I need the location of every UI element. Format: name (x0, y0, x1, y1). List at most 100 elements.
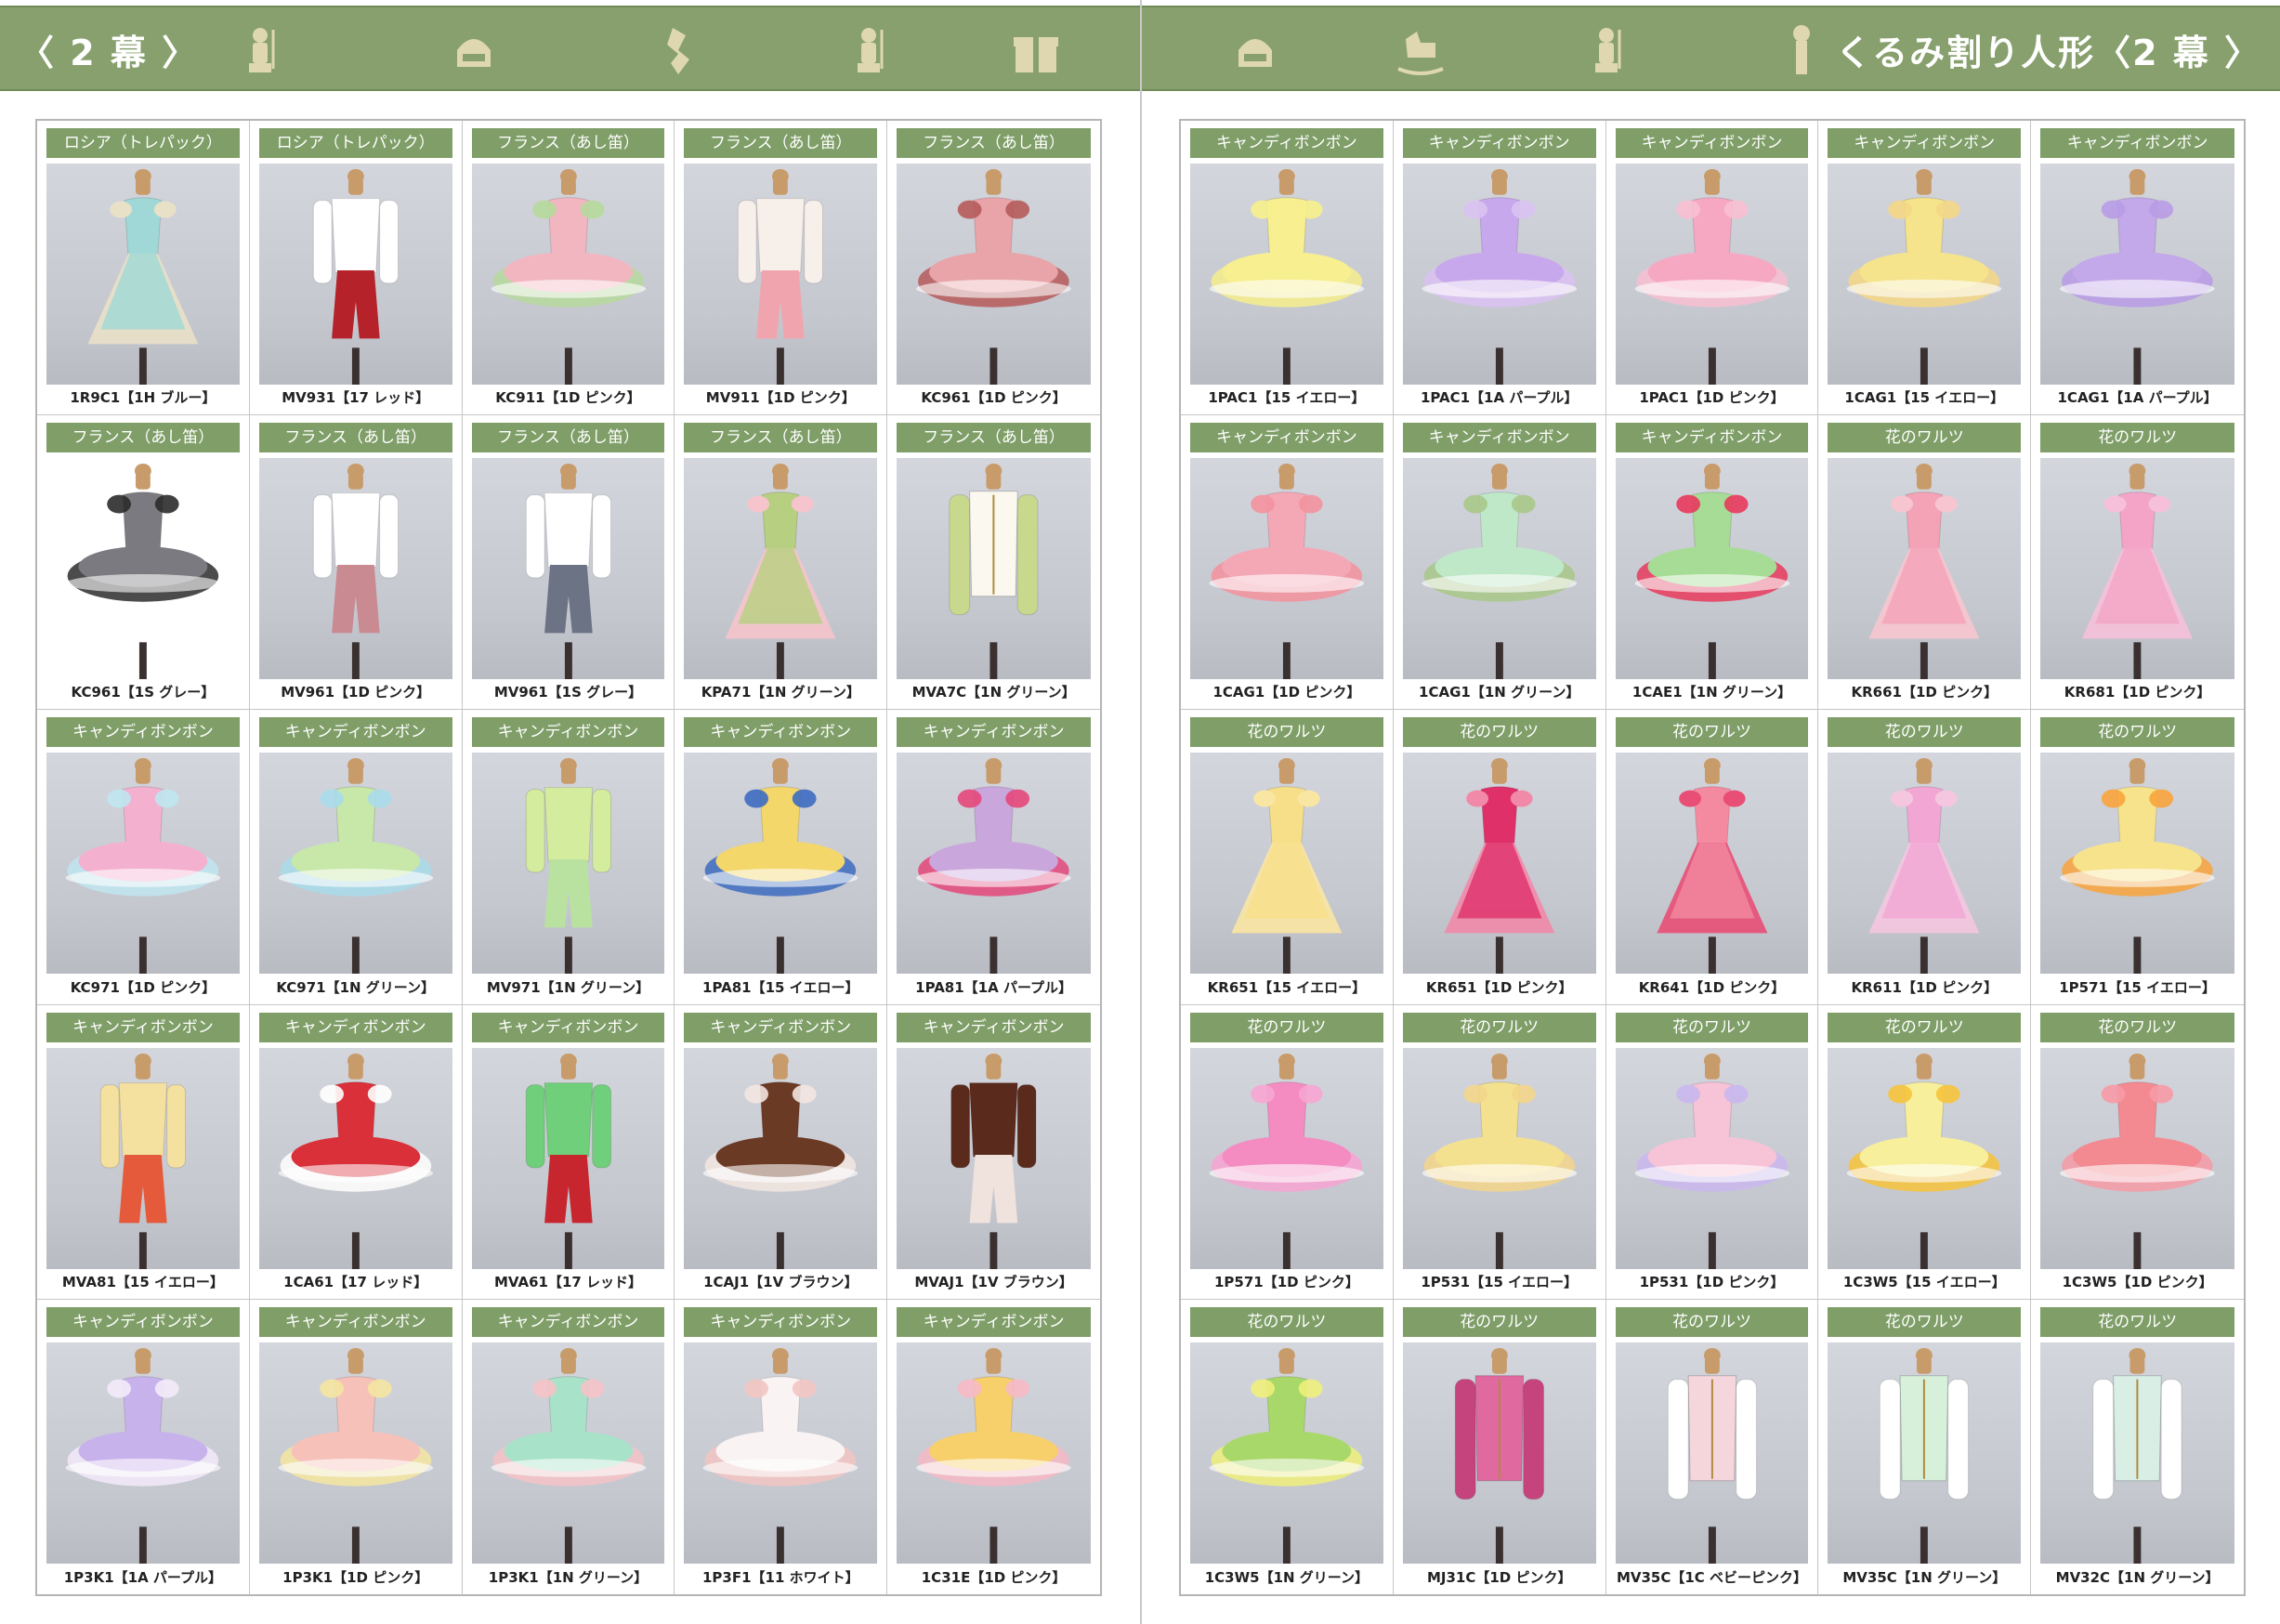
costume-card[interactable]: 花のワルツ MJ31C【1D ピンク】 (1394, 1299, 1606, 1594)
costume-card[interactable]: 花のワルツ KR651【1D ピンク】 (1393, 710, 1606, 1005)
costume-card[interactable]: 花のワルツ KR661【1D ピンク】 (1818, 415, 2032, 711)
costume-card[interactable]: フランス（あし笛） KC911【1D ピンク】 (462, 121, 675, 416)
costume-photo (684, 164, 878, 385)
costume-card[interactable]: 花のワルツ 1P531【15 イエロー】 (1393, 1004, 1606, 1300)
costume-card[interactable]: キャンディボンボン MV971【1N グリーン】 (462, 710, 675, 1005)
product-code: 1CAG1【1A パープル】 (2057, 389, 2218, 407)
costume-photo (258, 1047, 452, 1269)
product-code: KC971【1D ピンク】 (70, 978, 216, 996)
costume-photo (897, 1047, 1091, 1269)
costume-card[interactable]: 花のワルツ 1C3W5【15 イエロー】 (1818, 1004, 2032, 1300)
product-code: 1CAJ1【1V ブラウン】 (703, 1273, 858, 1290)
costume-grid: ロシア（トレパック） 1R9C1【1H ブルー】 ロシア（トレパック） MV931… (35, 119, 1102, 1596)
costume-card[interactable]: ロシア（トレパック） 1R9C1【1H ブルー】 (37, 121, 250, 416)
costume-card[interactable]: キャンディボンボン 1C31E【1D ピンク】 (887, 1300, 1100, 1594)
costume-card[interactable]: キャンディボンボン KC971【1D ピンク】 (37, 710, 250, 1005)
product-code: 1CAG1【15 イエロー】 (1844, 389, 2005, 407)
product-code: KR641【1D ピンク】 (1638, 978, 1786, 996)
costume-card[interactable]: 花のワルツ 1P571【1D ピンク】 (1181, 1004, 1394, 1300)
costume-photo (1828, 1047, 2022, 1269)
costume-card[interactable]: フランス（あし笛） MV961【1S グレー】 (462, 415, 675, 711)
product-code: KR681【1D ピンク】 (2064, 684, 2211, 701)
costume-card[interactable]: キャンディボンボン 1CAJ1【1V ブラウン】 (675, 1004, 888, 1300)
costume-card[interactable]: キャンディボンボン MVAJ1【1V ブラウン】 (887, 1005, 1100, 1300)
product-code: MV35C【1C ベビーピンク】 (1616, 1569, 1808, 1586)
costume-card[interactable]: キャンディボンボン 1CAG1【1A パープル】 (2031, 121, 2244, 416)
product-code: 1CAE1【1N グリーン】 (1631, 684, 1792, 701)
costume-card[interactable]: キャンディボンボン 1CA61【17 レッド】 (249, 1004, 463, 1300)
costume-card[interactable]: 花のワルツ KR641【1D ピンク】 (1605, 710, 1819, 1005)
costume-card[interactable]: キャンディボンボン 1PA81【15 イエロー】 (675, 710, 888, 1005)
product-code: 1P571【15 イエロー】 (2059, 978, 2216, 996)
costume-card[interactable]: キャンディボンボン 1P3K1【1D ピンク】 (250, 1299, 463, 1594)
product-code: KC961【1S グレー】 (71, 684, 216, 701)
costume-card[interactable]: キャンディボンボン 1CAG1【1D ピンク】 (1181, 415, 1394, 711)
right-page: くるみ割り人形〈2 幕 〉 キャンディボンボン 1PAC1【15 イエロー】 キャ… (1140, 0, 2280, 1624)
category-label: 花のワルツ (1190, 717, 1383, 748)
gift-box-icon (1008, 22, 1064, 78)
costume-card[interactable]: 花のワルツ MV35C【1N グリーン】 (1818, 1299, 2032, 1594)
costume-photo (1615, 164, 1809, 385)
costume-photo (46, 1342, 240, 1564)
costume-photo (1402, 1342, 1596, 1564)
costume-card[interactable]: 花のワルツ KR681【1D ピンク】 (2031, 415, 2244, 711)
costume-card[interactable]: キャンディボンボン 1PAC1【1D ピンク】 (1605, 121, 1819, 416)
costume-card[interactable]: 花のワルツ KR651【15 イエロー】 (1181, 710, 1394, 1005)
costume-card[interactable]: キャンディボンボン 1CAG1【1N グリーン】 (1393, 415, 1606, 711)
costume-card[interactable]: フランス（あし笛） KPA71【1N グリーン】 (675, 415, 888, 711)
costume-card[interactable]: フランス（あし笛） MVA7C【1N グリーン】 (887, 415, 1100, 711)
costume-photo (1828, 1342, 2022, 1564)
product-code: KC961【1D ピンク】 (921, 389, 1067, 407)
costume-card[interactable]: キャンディボンボン 1PAC1【1A パープル】 (1393, 121, 1606, 416)
nutcracker-head-icon (446, 22, 502, 78)
costume-photo (2040, 753, 2234, 975)
costume-photo (1615, 753, 1809, 975)
product-code: MV931【17 レッド】 (282, 389, 430, 407)
costume-card[interactable]: キャンディボンボン 1P3K1【1A パープル】 (37, 1299, 250, 1594)
product-code: KC971【1N グリーン】 (276, 978, 436, 996)
costume-card[interactable]: キャンディボンボン 1PA81【1A パープル】 (887, 710, 1100, 1005)
costume-photo (684, 1047, 878, 1269)
costume-card[interactable]: ロシア（トレパック） MV931【17 レッド】 (249, 121, 463, 416)
product-code: MV961【1S グレー】 (493, 684, 643, 701)
category-label: キャンディボンボン (258, 1012, 452, 1042)
costume-card[interactable]: キャンディボンボン 1CAE1【1N グリーン】 (1605, 415, 1819, 711)
costume-card[interactable]: 花のワルツ 1C3W5【1N グリーン】 (1181, 1299, 1394, 1594)
costume-photo (2040, 458, 2234, 680)
costume-card[interactable]: フランス（あし笛） KC961【1D ピンク】 (887, 121, 1100, 416)
costume-card[interactable]: フランス（あし笛） MV961【1D ピンク】 (249, 415, 463, 711)
costume-card[interactable]: キャンディボンボン 1CAG1【15 イエロー】 (1818, 121, 2032, 416)
category-label: ロシア（トレパック） (46, 128, 240, 158)
category-label: キャンディボンボン (1615, 423, 1809, 453)
costume-photo (1828, 753, 2022, 975)
category-label: フランス（あし笛） (258, 423, 452, 453)
costume-card[interactable]: キャンディボンボン MVA61【17 レッド】 (462, 1004, 675, 1300)
category-label: キャンディボンボン (684, 717, 878, 748)
costume-photo (471, 1047, 665, 1269)
product-code: 1P531【15 イエロー】 (1421, 1273, 1579, 1290)
left-page: 〈 2 幕 〉 ロシア（トレパック） 1R9C1【1H ブルー】 ロシア（トレパッ… (0, 0, 1140, 1624)
costume-card[interactable]: フランス（あし笛） MV911【1D ピンク】 (675, 121, 888, 416)
costume-photo (46, 753, 240, 975)
costume-card[interactable]: キャンディボンボン 1P3K1【1N グリーン】 (463, 1299, 675, 1594)
category-label: 花のワルツ (1402, 717, 1596, 748)
category-label: キャンディボンボン (1402, 423, 1596, 453)
costume-card[interactable]: キャンディボンボン 1PAC1【15 イエロー】 (1181, 121, 1394, 416)
product-code: KC911【1D ピンク】 (495, 389, 641, 407)
product-code: 1P531【1D ピンク】 (1639, 1273, 1785, 1290)
costume-card[interactable]: キャンディボンボン MVA81【15 イエロー】 (37, 1004, 250, 1300)
costume-card[interactable]: 花のワルツ 1C3W5【1D ピンク】 (2031, 1005, 2244, 1300)
costume-card[interactable]: キャンディボンボン KC971【1N グリーン】 (249, 710, 463, 1005)
product-code: KR651【15 イエロー】 (1207, 978, 1367, 996)
product-code: MV971【1N グリーン】 (486, 978, 650, 996)
costume-card[interactable]: 花のワルツ MV35C【1C ベビーピンク】 (1606, 1299, 1819, 1594)
costume-card[interactable]: 花のワルツ 1P531【1D ピンク】 (1605, 1004, 1819, 1300)
costume-card[interactable]: 花のワルツ KR611【1D ピンク】 (1818, 710, 2032, 1005)
costume-card[interactable]: 花のワルツ 1P571【15 イエロー】 (2031, 710, 2244, 1005)
category-label: キャンディボンボン (46, 1306, 240, 1337)
category-label: 花のワルツ (1190, 1012, 1383, 1042)
costume-card[interactable]: フランス（あし笛） KC961【1S グレー】 (37, 415, 250, 711)
category-label: フランス（あし笛） (897, 128, 1091, 158)
costume-card[interactable]: 花のワルツ MV32C【1N グリーン】 (2031, 1300, 2244, 1594)
costume-card[interactable]: キャンディボンボン 1P3F1【11 ホワイト】 (675, 1299, 888, 1594)
